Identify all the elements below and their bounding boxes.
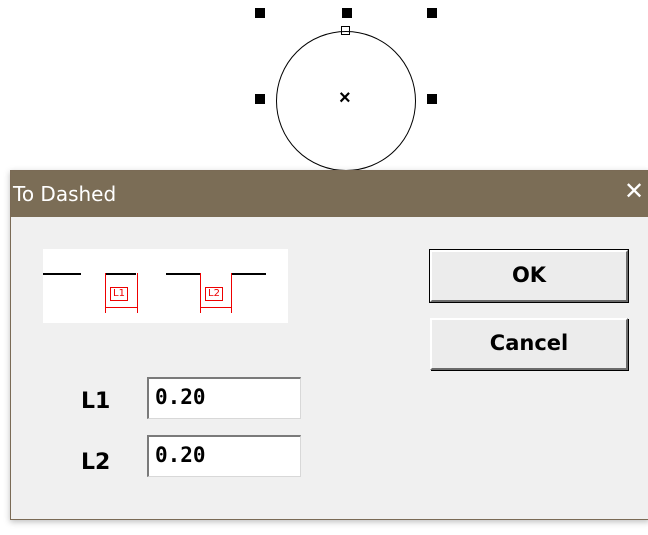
cancel-button[interactable]: Cancel <box>430 318 628 370</box>
dimension-line <box>106 307 137 308</box>
dimension-line <box>201 307 231 308</box>
l1-dimension: L1 <box>105 273 138 313</box>
l2-input[interactable]: 0.20 <box>147 435 301 477</box>
dialog-titlebar[interactable]: To Dashed ✕ <box>11 171 648 217</box>
dialog-title: To Dashed <box>13 182 117 206</box>
to-dashed-dialog: To Dashed ✕ L1 L2 OK Cancel L1 0.20 L2 0… <box>10 170 648 520</box>
l1-label: L1 <box>81 389 111 414</box>
selection-handle-middle-left[interactable] <box>255 94 265 104</box>
close-icon[interactable]: ✕ <box>619 177 648 207</box>
dash-segment <box>43 273 81 275</box>
selection-handle-top-left[interactable] <box>255 8 265 18</box>
selection-handle-top-right[interactable] <box>427 8 437 18</box>
l1-dimension-label: L1 <box>110 287 128 301</box>
selection-handle-middle-right[interactable] <box>427 94 437 104</box>
dash-segment <box>231 273 266 275</box>
circle-center-marker: × <box>339 87 351 109</box>
l2-label: L2 <box>81 450 111 475</box>
ok-button[interactable]: OK <box>430 250 628 302</box>
dash-preview-image: L1 L2 <box>43 249 288 323</box>
selection-handle-top-center[interactable] <box>342 8 352 18</box>
l2-dimension: L2 <box>200 273 232 313</box>
dash-segment <box>166 273 201 275</box>
l1-input[interactable]: 0.20 <box>147 377 301 419</box>
l2-dimension-label: L2 <box>205 287 223 301</box>
